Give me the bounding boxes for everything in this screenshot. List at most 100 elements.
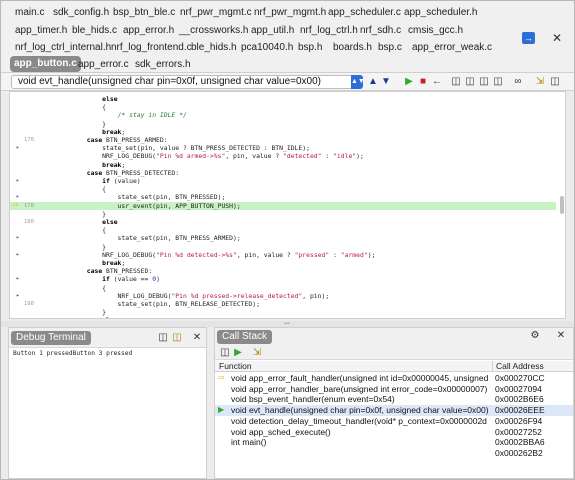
close-icon[interactable]: ✕ (191, 332, 203, 344)
call-stack-row[interactable]: void bsp_event_handler(enum event=0x54) 0… (215, 394, 573, 405)
breakpoint-location-icon[interactable]: ▸ (16, 292, 20, 300)
code-line[interactable]: ▸ state_set(pin, BTN_PRESSED); (10, 193, 556, 201)
code-line[interactable]: break; (10, 259, 556, 267)
chevron-updown-icon[interactable]: ▲▼ (351, 75, 365, 89)
play-icon[interactable]: ▶ (403, 76, 415, 88)
breakpoint-location-icon[interactable]: ▸ (16, 234, 20, 242)
goto-frame-icon[interactable]: ⇲ (251, 347, 263, 359)
breakpoint-location-icon[interactable]: ▸ (16, 177, 20, 185)
tab-nrf-log-ctrl-h[interactable]: nrf_log_ctrl.h (296, 22, 362, 40)
code-line[interactable]: ▸ NRF_LOG_DEBUG("Pin %d pressed->release… (10, 292, 556, 300)
close-icon[interactable]: ✕ (550, 31, 564, 45)
terminal-options-icon[interactable]: ◫ (157, 332, 169, 344)
call-stack-row[interactable]: ⇨ void app_error_fault_handler(unsigned i… (215, 373, 573, 384)
tab-app-error-h[interactable]: app_error.h (119, 22, 178, 40)
code-editor[interactable]: else { /* stay in IDLE */ } break; 170 ca… (9, 91, 566, 319)
tab-bsp-btn-ble-c[interactable]: bsp_btn_ble.c (109, 4, 179, 22)
vertical-splitter[interactable] (207, 327, 214, 479)
code-line[interactable]: { (10, 103, 556, 111)
call-stack-row[interactable]: 0x000262B2 (215, 448, 573, 459)
tab-app-scheduler-c[interactable]: app_scheduler.c (324, 4, 405, 22)
code-line[interactable]: { (10, 185, 556, 193)
bookmark-next-icon[interactable]: ◫ (478, 76, 490, 88)
code-line[interactable]: ⇨ 178 usr_event(pin, APP_BUTTON_PUSH); (10, 200, 556, 210)
debug-terminal-title[interactable]: Debug Terminal (11, 331, 91, 345)
col-header-function[interactable]: Function (215, 361, 493, 372)
tab-boards-h[interactable]: boards.h (329, 39, 376, 57)
code-line[interactable]: } (10, 120, 556, 128)
call-stack-row[interactable]: void app_error_handler_bare(unsigned int… (215, 384, 573, 395)
terminal-clear-icon[interactable]: ◫ (171, 332, 183, 344)
tab-nrf-log-frontend-c[interactable]: nrf_log_frontend.c (107, 39, 196, 57)
breakpoint-location-icon[interactable]: ▸ (16, 251, 20, 259)
call-stack-row[interactable]: ▶ void evt_handle(unsigned char pin=0x0f,… (215, 405, 573, 416)
bookmark-prev-icon[interactable]: ◫ (464, 76, 476, 88)
breakpoint-location-icon[interactable]: ▸ (16, 144, 20, 152)
tab-sdk-errors-h[interactable]: sdk_errors.h (131, 56, 195, 74)
code-line[interactable]: 190 state_set(pin, BTN_RELEASE_DETECTED)… (10, 300, 556, 308)
tab-bsp-h[interactable]: bsp.h (294, 39, 326, 57)
play-icon[interactable]: ▶ (232, 347, 244, 359)
code-line[interactable]: ▸ NRF_LOG_DEBUG("Pin %d detected->%s", p… (10, 251, 556, 259)
call-stack-row[interactable]: void app_sched_execute() 0x00027252 (215, 427, 573, 438)
code-line[interactable]: break; (10, 128, 556, 136)
tab-nrf-pwr-mgmt-h[interactable]: nrf_pwr_mgmt.h (250, 4, 330, 22)
arrow-down-icon[interactable]: ▼ (380, 76, 392, 88)
code-line[interactable]: NRF_LOG_DEBUG("Pin %d armed->%s", pin, v… (10, 152, 556, 160)
code-line[interactable]: { (10, 284, 556, 292)
call-stack-function: int main() (231, 437, 267, 448)
code-line[interactable]: ▸ if (value) (10, 177, 556, 185)
split-editor-icon[interactable]: ◫ (549, 76, 561, 88)
goto-icon[interactable]: ⇲ (534, 76, 546, 88)
code-line[interactable]: case BTN_PRESS_DETECTED: (10, 169, 556, 177)
code-line[interactable]: else (10, 95, 556, 103)
glasses-icon[interactable]: ∞ (512, 76, 524, 88)
stop-icon[interactable]: ■ (417, 76, 429, 88)
code-line[interactable]: ▸ state_set(pin, value ? BTN_PRESS_DETEC… (10, 144, 556, 152)
code-line[interactable]: 180 else (10, 218, 556, 226)
code-line[interactable]: case BTN_PRESSED: (10, 267, 556, 275)
bookmark-icon[interactable]: ◫ (450, 76, 462, 88)
tab-sdk-config-h[interactable]: sdk_config.h (49, 4, 113, 22)
editor-scroll-thumb[interactable] (560, 196, 564, 214)
tab-bsp-c[interactable]: bsp.c (374, 39, 406, 57)
bookmark-clear-icon[interactable]: ◫ (492, 76, 504, 88)
call-stack-row[interactable]: void detection_delay_timeout_handler(voi… (215, 416, 573, 427)
right-arrow-icon[interactable]: → (522, 32, 535, 44)
editor-horizontal-scrollbar[interactable] (50, 313, 550, 317)
tab-main-c[interactable]: main.c (11, 4, 48, 22)
code-line[interactable]: ▸ state_set(pin, BTN_PRESS_ARMED); (10, 234, 556, 242)
tab-app-error-weak-c[interactable]: app_error_weak.c (408, 39, 496, 57)
copy-icon[interactable]: ◫ (219, 347, 231, 359)
tab-nrf-log-ctrl-internal-h[interactable]: nrf_log_ctrl_internal.h (11, 39, 115, 57)
close-icon[interactable]: ✕ (555, 330, 567, 342)
code-line[interactable]: { (10, 226, 556, 234)
tab-ble-hids-h[interactable]: ble_hids.h (187, 39, 241, 57)
tab-ble-hids-c[interactable]: ble_hids.c (68, 22, 121, 40)
code-line[interactable]: /* stay in IDLE */ (10, 111, 556, 119)
tab-app-timer-h[interactable]: app_timer.h (11, 22, 71, 40)
code-line[interactable]: break; (10, 161, 556, 169)
call-stack-title[interactable]: Call Stack (217, 330, 273, 344)
call-stack-settings-icon[interactable]: ⚙ (529, 330, 541, 342)
function-selector[interactable]: void evt_handle(unsigned char pin=0x0f, … (11, 75, 363, 89)
call-stack-row[interactable]: int main() 0x0002BBA6 (215, 437, 573, 448)
code-line[interactable]: ▸ if (value == 0) (10, 275, 556, 283)
tab-nrf-pwr-mgmt-c[interactable]: nrf_pwr_mgmt.c (176, 4, 256, 22)
code-line[interactable]: } (10, 210, 556, 218)
tab-cmsis-gcc-h[interactable]: cmsis_gcc.h (404, 22, 467, 40)
tab-app-util-h[interactable]: app_util.h (247, 22, 298, 40)
col-header-address[interactable]: Call Address (493, 361, 573, 372)
breakpoint-location-icon[interactable]: ▸ (16, 275, 20, 283)
tab-app-scheduler-h[interactable]: app_scheduler.h (400, 4, 481, 22)
tab-pca10040-h[interactable]: pca10040.h (237, 39, 297, 57)
code-line[interactable]: 170 case BTN_PRESS_ARMED: (10, 136, 556, 144)
splitter-grip-icon[interactable]: ••• (283, 322, 291, 327)
back-arrow-icon[interactable]: ← (431, 76, 443, 88)
tab-app-error-c[interactable]: app_error.c (74, 56, 133, 74)
tab-app-button-c[interactable]: app_button.c (10, 56, 81, 72)
arrow-up-icon[interactable]: ▲ (367, 76, 379, 88)
tab-crossworks-h[interactable]: __crossworks.h (175, 22, 252, 40)
tab-nrf-sdh-c[interactable]: nrf_sdh.c (356, 22, 405, 40)
code-line[interactable]: } (10, 243, 556, 251)
